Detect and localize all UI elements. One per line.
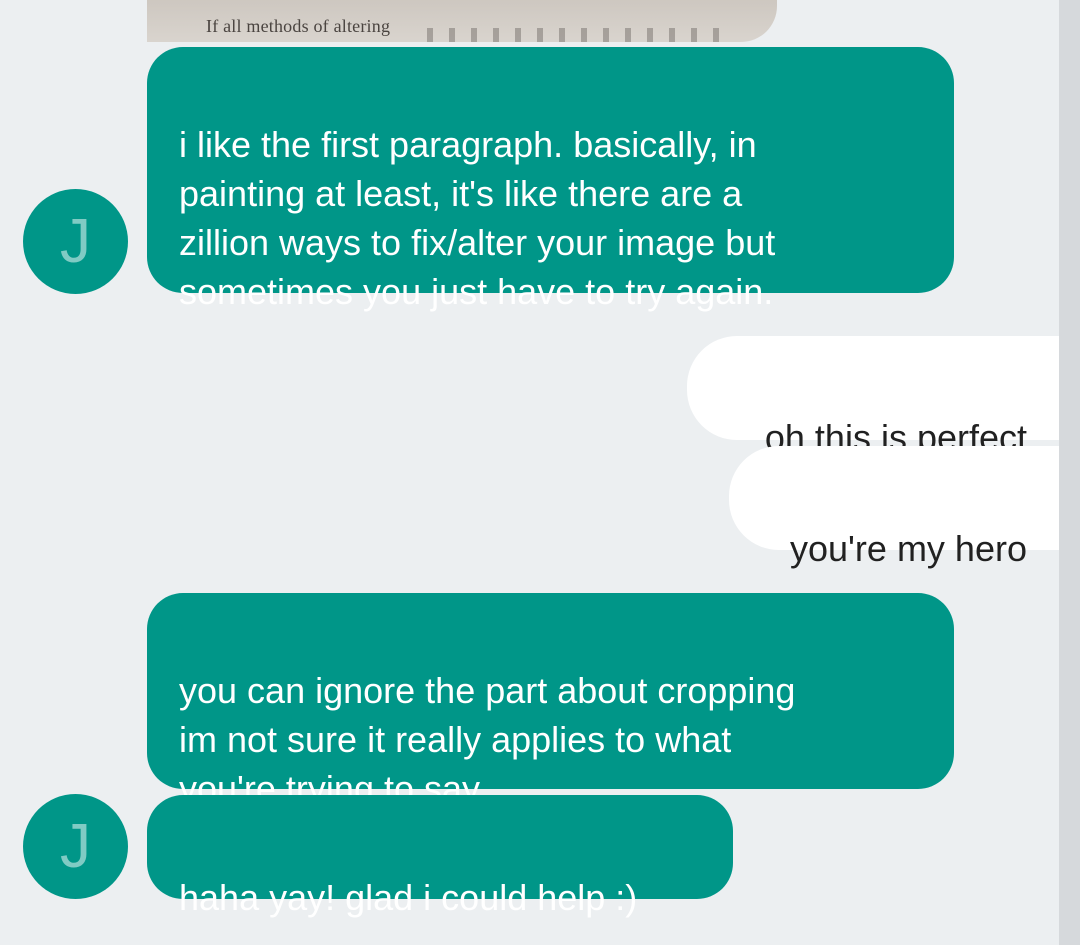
message-bubble-incoming[interactable]: i like the first paragraph. basically, i…	[147, 47, 954, 312]
photo-blurred-text	[427, 28, 727, 42]
contact-avatar[interactable]: J	[23, 794, 128, 899]
scrollbar[interactable]	[1059, 0, 1080, 945]
photo-caption-text: If all methods of altering	[206, 16, 391, 36]
message-bubble-outgoing[interactable]: you're my hero	[729, 446, 1059, 569]
message-bubble-incoming[interactable]: you can ignore the part about cropping i…	[147, 593, 954, 809]
message-text: i like the first paragraph. basically, i…	[179, 124, 776, 312]
avatar-initial: J	[60, 207, 91, 276]
message-bubble-outgoing[interactable]: oh this is perfect	[687, 336, 1059, 458]
avatar-initial: J	[60, 812, 91, 881]
message-text: you can ignore the part about cropping i…	[179, 670, 796, 809]
photo-attachment[interactable]: If all methods of altering	[147, 0, 777, 42]
message-bubble-incoming[interactable]: haha yay! glad i could help :)	[147, 795, 733, 918]
message-text: you're my hero	[790, 528, 1027, 569]
message-text: haha yay! glad i could help :)	[179, 877, 638, 918]
contact-avatar[interactable]: J	[23, 189, 128, 294]
